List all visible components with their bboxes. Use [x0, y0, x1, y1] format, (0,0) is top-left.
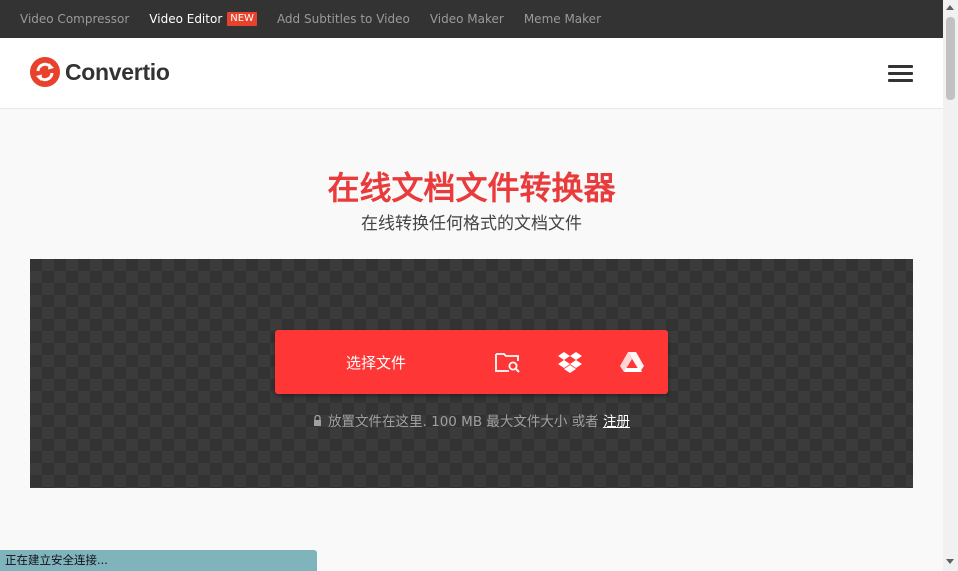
- scroll-thumb[interactable]: [946, 17, 955, 100]
- choose-file-button[interactable]: 选择文件: [275, 352, 477, 373]
- folder-search-icon[interactable]: [477, 330, 539, 394]
- page-title: 在线文档文件转换器: [327, 169, 616, 207]
- nav-video-editor[interactable]: Video Editor NEW: [149, 12, 257, 26]
- lock-icon: [313, 414, 322, 430]
- site-header: Convertio: [0, 38, 943, 109]
- nav-meme-maker[interactable]: Meme Maker: [524, 12, 601, 26]
- logo-link[interactable]: Convertio: [30, 57, 170, 87]
- status-bar: 正在建立安全连接...: [0, 550, 317, 571]
- nav-video-compressor[interactable]: Video Compressor: [20, 12, 129, 26]
- logo-text: Convertio: [65, 58, 170, 85]
- upload-dropzone[interactable]: 选择文件 放置文件在这里. 100 MB 最大文件大小 或者 注册: [30, 259, 913, 488]
- nav-add-subtitles[interactable]: Add Subtitles to Video: [277, 12, 410, 26]
- scroll-down-arrow-icon[interactable]: [946, 559, 954, 564]
- hamburger-menu-icon[interactable]: [888, 65, 913, 83]
- new-badge: NEW: [227, 12, 257, 26]
- dropbox-icon[interactable]: [539, 330, 601, 394]
- page-subtitle: 在线转换任何格式的文档文件: [361, 214, 582, 234]
- top-navigation-bar: Video Compressor Video Editor NEW Add Sub…: [0, 0, 943, 38]
- drop-hint-text: 放置文件在这里. 100 MB 最大文件大小 或者: [328, 414, 599, 430]
- signup-link[interactable]: 注册: [603, 414, 630, 430]
- nav-video-maker[interactable]: Video Maker: [430, 12, 504, 26]
- nav-video-editor-label: Video Editor: [149, 12, 223, 26]
- convertio-logo-icon: [30, 57, 60, 87]
- scroll-up-arrow-icon[interactable]: [946, 5, 954, 10]
- drop-hint: 放置文件在这里. 100 MB 最大文件大小 或者 注册: [30, 410, 913, 430]
- google-drive-icon[interactable]: [601, 330, 663, 394]
- choose-file-panel: 选择文件: [275, 330, 668, 394]
